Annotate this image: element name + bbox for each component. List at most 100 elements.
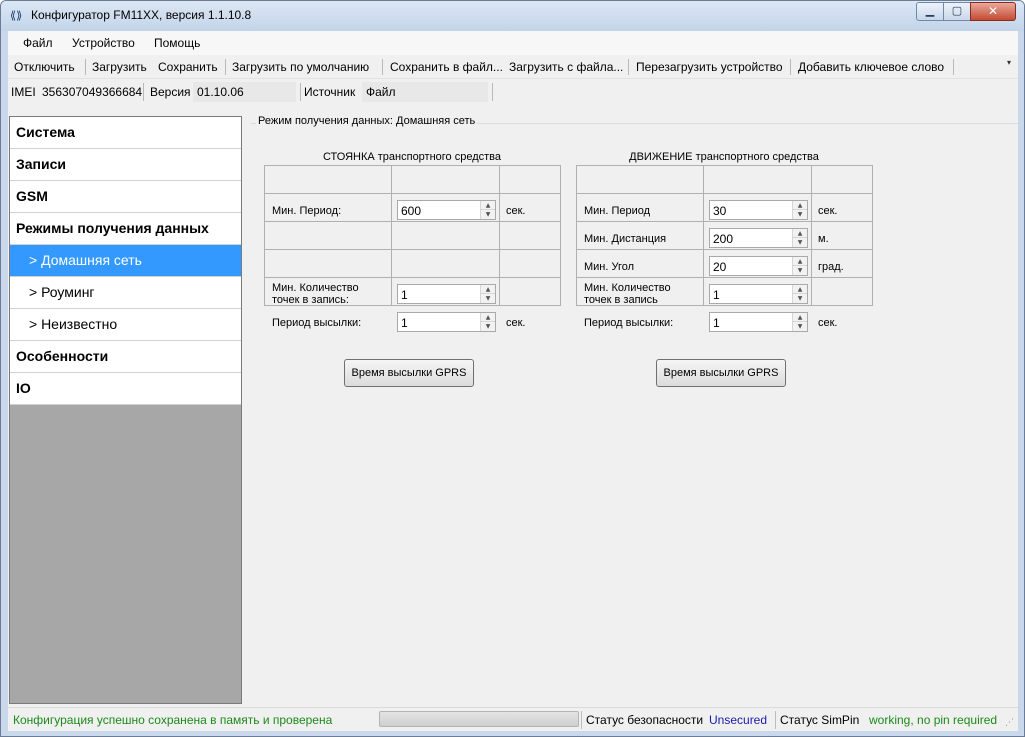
add-keyword-button[interactable]: Добавить ключевое слово bbox=[798, 60, 944, 74]
grid-cell bbox=[812, 278, 872, 305]
disconnect-button[interactable]: Отключить bbox=[14, 60, 75, 74]
move-min-distance-label: Мин. Дистанция bbox=[584, 233, 667, 245]
spin-down-icon[interactable]: ▼ bbox=[481, 322, 495, 331]
move-min-period-unit: сек. bbox=[818, 205, 838, 217]
move-min-angle-spinner[interactable]: 20 ▲ ▼ bbox=[709, 256, 808, 276]
close-button[interactable]: ✕ bbox=[970, 2, 1016, 21]
spinner-value: 30 bbox=[713, 204, 727, 218]
status-separator bbox=[775, 711, 776, 729]
spin-up-icon[interactable]: ▲ bbox=[793, 229, 807, 238]
stop-section-title: СТОЯНКА транспортного средства bbox=[322, 151, 502, 163]
move-min-period-label: Мин. Период bbox=[584, 205, 651, 217]
move-min-period-spinner[interactable]: 30 ▲ ▼ bbox=[709, 200, 808, 220]
status-message: Конфигурация успешно сохранена в память … bbox=[13, 713, 333, 727]
stop-min-period-spinner[interactable]: 600 ▲ ▼ bbox=[397, 200, 496, 220]
spinner-buttons: ▲ ▼ bbox=[792, 285, 807, 303]
progress-bar bbox=[379, 711, 579, 727]
sidebar-item-records[interactable]: Записи bbox=[10, 149, 241, 181]
spin-down-icon[interactable]: ▼ bbox=[481, 294, 495, 303]
spinner-buttons: ▲ ▼ bbox=[792, 229, 807, 247]
menu-file[interactable]: Файл bbox=[23, 36, 53, 50]
sidebar-item-data-modes[interactable]: Режимы получения данных bbox=[10, 213, 241, 245]
title-bar[interactable]: ⟪⟫ Конфигуратор FM11XX, версия 1.1.10.8 … bbox=[1, 1, 1024, 31]
sidebar-item-roaming[interactable]: > Роуминг bbox=[10, 277, 241, 309]
spin-up-icon[interactable]: ▲ bbox=[481, 285, 495, 294]
simpin-status-value: working, no pin required bbox=[869, 713, 998, 727]
sidebar-item-system[interactable]: Система bbox=[10, 117, 241, 149]
toolbar-separator bbox=[382, 59, 383, 75]
grid-cell bbox=[265, 222, 392, 250]
source-label: Источник bbox=[304, 85, 356, 99]
source-value: Файл bbox=[366, 85, 396, 99]
grid-cell bbox=[392, 250, 500, 278]
spinner-buttons: ▲ ▼ bbox=[792, 257, 807, 275]
sidebar-item-home-network[interactable]: > Домашняя сеть bbox=[10, 245, 241, 277]
stop-send-period-label: Период высылки: bbox=[272, 317, 362, 329]
load-button[interactable]: Загрузить bbox=[92, 60, 147, 74]
spin-down-icon[interactable]: ▼ bbox=[481, 210, 495, 219]
app-window: ⟪⟫ Конфигуратор FM11XX, версия 1.1.10.8 … bbox=[0, 0, 1025, 737]
sidebar-item-unknown[interactable]: > Неизвестно bbox=[10, 309, 241, 341]
grid-cell bbox=[812, 166, 872, 194]
group-title: Режим получения данных: Домашняя сеть bbox=[256, 115, 478, 127]
spinner-value: 200 bbox=[713, 232, 734, 246]
spin-up-icon[interactable]: ▲ bbox=[793, 285, 807, 294]
spin-up-icon[interactable]: ▲ bbox=[481, 313, 495, 322]
grid-cell bbox=[500, 278, 560, 305]
toolbar-separator bbox=[628, 59, 629, 75]
sidebar-item-gsm[interactable]: GSM bbox=[10, 181, 241, 213]
grid-cell bbox=[704, 166, 812, 194]
save-to-file-button[interactable]: Сохранить в файл... bbox=[390, 60, 503, 74]
spin-up-icon[interactable]: ▲ bbox=[793, 313, 807, 322]
load-from-file-button[interactable]: Загрузить с файла... bbox=[509, 60, 623, 74]
spin-down-icon[interactable]: ▼ bbox=[793, 266, 807, 275]
load-defaults-button[interactable]: Загрузить по умолчанию bbox=[232, 60, 369, 74]
sidebar: Система Записи GSM Режимы получения данн… bbox=[9, 116, 242, 704]
stop-send-period-spinner[interactable]: 1 ▲ ▼ bbox=[397, 312, 496, 332]
main-panel: Режим получения данных: Домашняя сеть СТ… bbox=[248, 109, 1018, 705]
move-min-distance-spinner[interactable]: 200 ▲ ▼ bbox=[709, 228, 808, 248]
stop-send-period-unit: сек. bbox=[506, 317, 526, 329]
move-min-angle-unit: град. bbox=[818, 261, 844, 273]
menu-bar: Файл Устройство Помощь bbox=[8, 31, 1018, 55]
move-section-title: ДВИЖЕНИЕ транспортного средства bbox=[629, 151, 819, 163]
menu-device[interactable]: Устройство bbox=[72, 36, 135, 50]
toolbar-overflow-icon[interactable]: ▾ bbox=[1004, 59, 1014, 77]
info-separator bbox=[492, 83, 493, 101]
spin-up-icon[interactable]: ▲ bbox=[793, 257, 807, 266]
app-connector-icon: ⟪⟫ bbox=[10, 9, 23, 22]
spin-up-icon[interactable]: ▲ bbox=[793, 201, 807, 210]
spinner-value: 20 bbox=[713, 260, 727, 274]
toolbar-separator bbox=[225, 59, 226, 75]
move-min-angle-label: Мин. Угол bbox=[584, 261, 635, 273]
maximize-button[interactable]: ▢ bbox=[943, 2, 971, 21]
spin-down-icon[interactable]: ▼ bbox=[793, 322, 807, 331]
sidebar-item-io[interactable]: IO bbox=[10, 373, 241, 405]
minimize-button[interactable]: ▁ bbox=[916, 2, 944, 21]
move-min-distance-unit: м. bbox=[818, 233, 829, 245]
move-gprs-time-button[interactable]: Время высылки GPRS bbox=[656, 359, 786, 387]
stop-min-count-spinner[interactable]: 1 ▲ ▼ bbox=[397, 284, 496, 304]
toolbar: Отключить Загрузить Сохранить Загрузить … bbox=[8, 55, 1018, 79]
menu-help[interactable]: Помощь bbox=[154, 36, 200, 50]
stop-min-period-unit: сек. bbox=[506, 205, 526, 217]
info-separator bbox=[300, 83, 301, 101]
move-send-period-spinner[interactable]: 1 ▲ ▼ bbox=[709, 312, 808, 332]
grid-cell bbox=[265, 250, 392, 278]
move-min-count-spinner[interactable]: 1 ▲ ▼ bbox=[709, 284, 808, 304]
spin-down-icon[interactable]: ▼ bbox=[793, 210, 807, 219]
sidebar-item-features[interactable]: Особенности bbox=[10, 341, 241, 373]
spin-down-icon[interactable]: ▼ bbox=[793, 294, 807, 303]
stop-min-count-label: Мин. Количество точек в запись: bbox=[272, 282, 359, 306]
spinner-value: 600 bbox=[401, 204, 422, 218]
resize-grip-icon[interactable]: ⋰ bbox=[1005, 718, 1015, 728]
device-info-bar: IMEI 356307049366684 Версия 01.10.06 Ист… bbox=[8, 79, 1018, 105]
imei-value: 356307049366684 bbox=[42, 85, 143, 99]
status-bar: Конфигурация успешно сохранена в память … bbox=[8, 707, 1018, 731]
reboot-device-button[interactable]: Перезагрузить устройство bbox=[636, 60, 783, 74]
save-button[interactable]: Сохранить bbox=[158, 60, 218, 74]
spinner-value: 1 bbox=[713, 316, 720, 330]
spin-down-icon[interactable]: ▼ bbox=[793, 238, 807, 247]
spin-up-icon[interactable]: ▲ bbox=[481, 201, 495, 210]
stop-gprs-time-button[interactable]: Время высылки GPRS bbox=[344, 359, 474, 387]
